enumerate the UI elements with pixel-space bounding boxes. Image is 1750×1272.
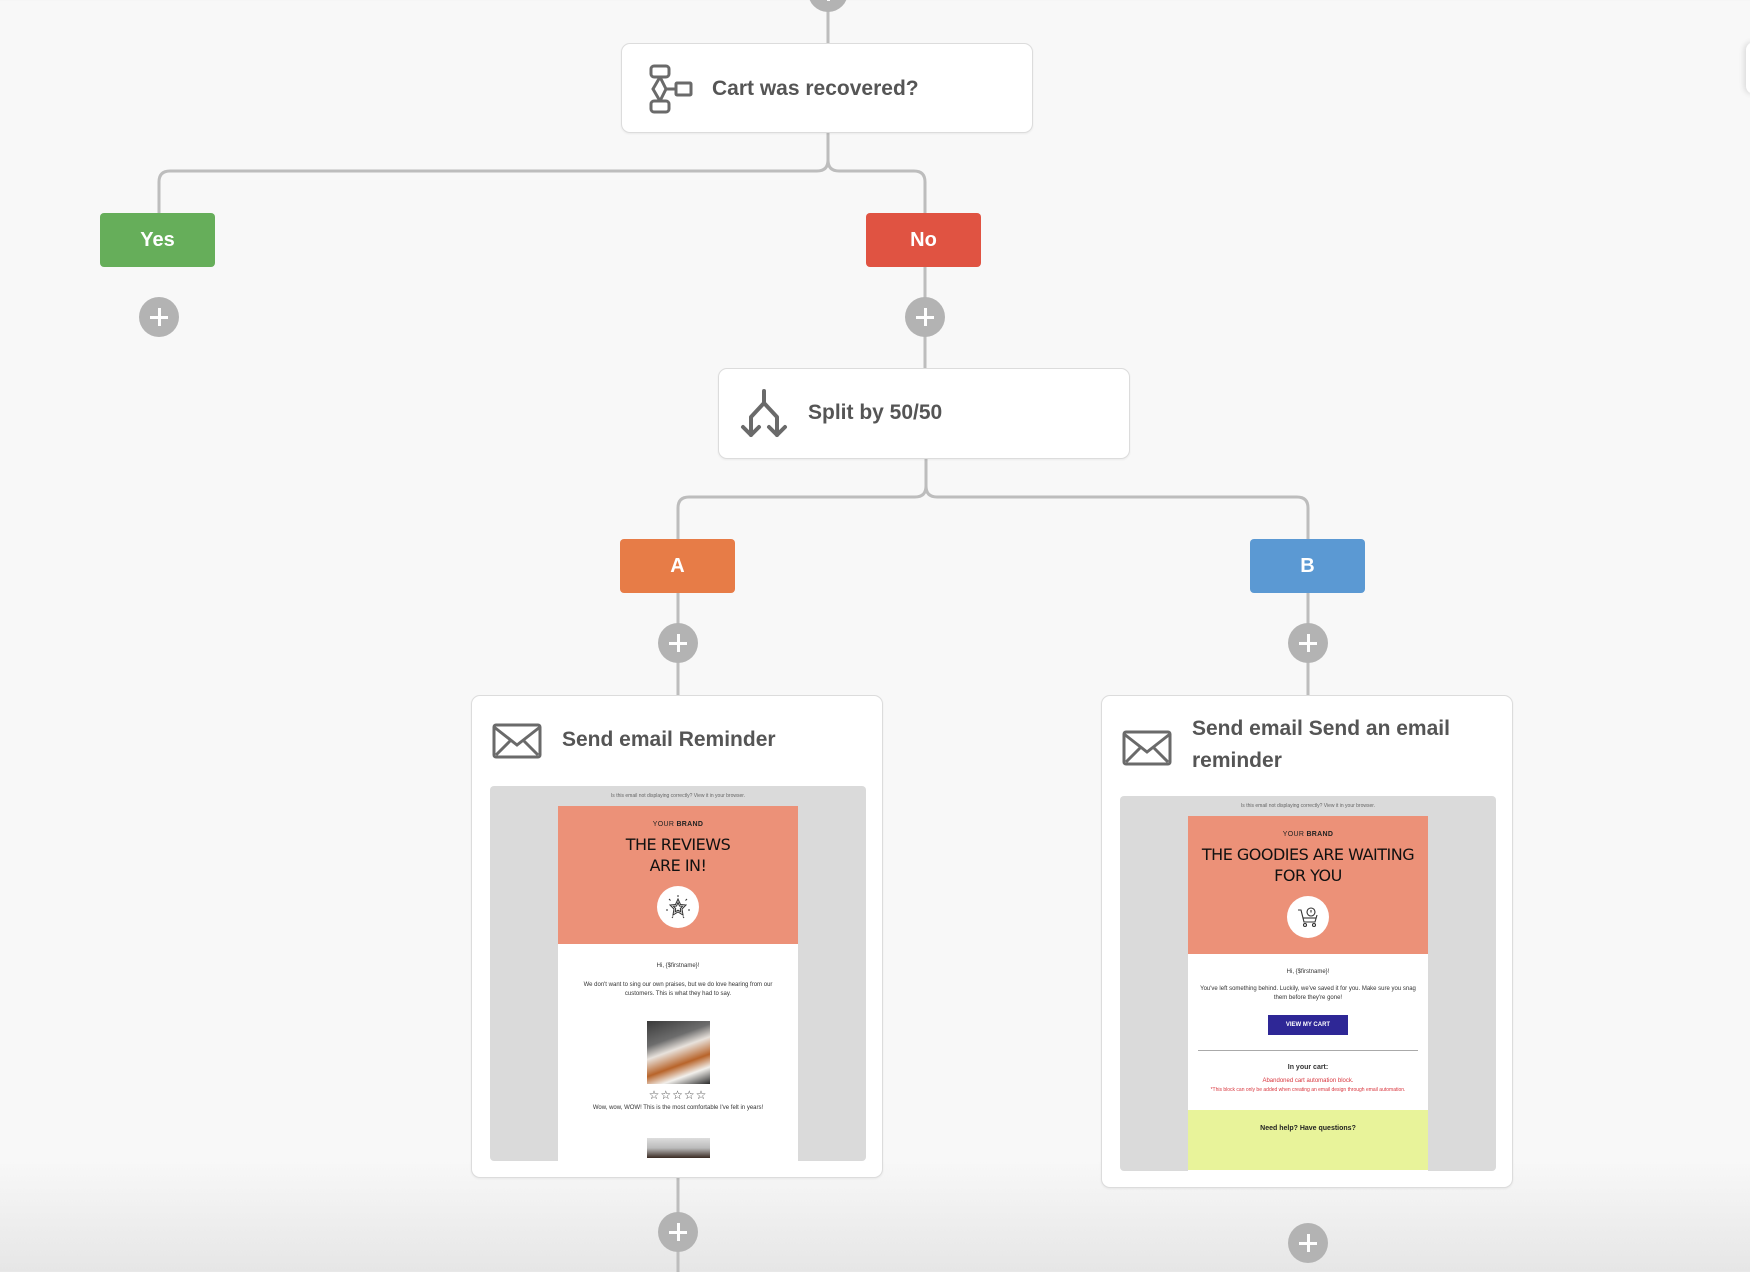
star-badge-icon (657, 886, 699, 928)
browser-note: Is this email not displaying correctly? … (610, 793, 746, 799)
add-step-button-b-bottom[interactable] (1288, 1223, 1328, 1263)
split-node[interactable]: Split by 50/50 (718, 368, 1130, 459)
browser-note: Is this email not displaying correctly? … (1240, 803, 1376, 809)
brand-bold: BRAND (1306, 831, 1334, 838)
add-step-button-a-bottom[interactable] (658, 1212, 698, 1252)
email-a-hero: YOUR BRAND THE REVIEWS ARE IN! (558, 806, 798, 944)
review-text: Wow, wow, WOW! This is the most comforta… (592, 1105, 764, 1111)
brand-text: YOUR (1282, 831, 1305, 838)
rating-stars: ☆☆☆☆☆ (648, 1088, 708, 1102)
email-node-b[interactable]: Send email Send an email reminder Is thi… (1101, 695, 1513, 1188)
connector-split-a (676, 459, 928, 539)
help-section: Need help? Have questions? (1188, 1110, 1428, 1170)
email-b-intro: You've left something behind. Luckily, w… (1200, 986, 1416, 1001)
add-step-button-yes[interactable] (139, 297, 179, 337)
envelope-icon (1122, 730, 1172, 771)
email-b-greeting: Hi, {$firstname}! (1286, 969, 1330, 975)
email-a-body: YOUR BRAND THE REVIEWS ARE IN! Hi, {$fir… (558, 806, 798, 1161)
email-b-body: YOUR BRAND THE GOODIES ARE WAITING FOR Y… (1188, 816, 1428, 1171)
branch-b[interactable]: B (1250, 539, 1365, 593)
email-a-title: Send email Reminder (562, 728, 776, 751)
split-icon (739, 389, 789, 446)
cart-block: Abandoned cart automation block. (1262, 1078, 1354, 1084)
email-node-a[interactable]: Send email Reminder Is this email not di… (471, 695, 883, 1178)
split-node-title: Split by 50/50 (808, 401, 943, 424)
cart-heading: In your cart: (1287, 1064, 1329, 1071)
email-a-greeting: Hi, {$firstname}! (656, 963, 700, 969)
add-step-button-b[interactable] (1288, 623, 1328, 663)
email-a-intro: We don't want to sing our own praises, b… (583, 982, 773, 997)
automation-canvas[interactable]: Cart was recovered? Yes No Split by 50/5… (0, 0, 1750, 1272)
review-photo (646, 1021, 710, 1084)
condition-node[interactable]: Cart was recovered? (621, 43, 1033, 133)
view-cart-button[interactable]: VIEW MY CART (1268, 1015, 1348, 1035)
review-photo-2 (646, 1138, 710, 1158)
connector-condition-no (826, 159, 927, 213)
email-a-headline: THE REVIEWS ARE IN! (558, 834, 798, 876)
email-b-headline: THE GOODIES ARE WAITING FOR YOU (1188, 844, 1428, 886)
help-heading: Need help? Have questions? (1260, 1125, 1356, 1132)
branch-yes[interactable]: Yes (100, 213, 215, 267)
email-b-title: Send email Send an email reminder (1192, 717, 1450, 772)
email-b-preview[interactable]: Is this email not displaying correctly? … (1120, 796, 1496, 1171)
headline-line-2: ARE IN! (649, 856, 707, 875)
email-b-hero: YOUR BRAND THE GOODIES ARE WAITING FOR Y… (1188, 816, 1428, 954)
brand-bold: BRAND (676, 821, 704, 828)
branch-no[interactable]: No (866, 213, 981, 267)
branch-a[interactable]: A (620, 539, 735, 593)
brand-text: YOUR (652, 821, 675, 828)
headline-line-1: THE REVIEWS (625, 835, 731, 854)
connector-split-b (924, 485, 1310, 539)
condition-flow-icon (648, 64, 694, 121)
cart-note: *This block can only be added when creat… (1210, 1087, 1406, 1093)
email-a-preview[interactable]: Is this email not displaying correctly? … (490, 786, 866, 1161)
headline-line-2: FOR YOU (1274, 866, 1342, 885)
add-step-button-no[interactable] (905, 297, 945, 337)
connector-condition-yes (157, 133, 830, 213)
side-panel-handle[interactable] (1746, 42, 1750, 94)
add-step-button-a[interactable] (658, 623, 698, 663)
headline-line-1: THE GOODIES ARE WAITING (1201, 845, 1415, 864)
envelope-icon (492, 723, 542, 764)
condition-node-title: Cart was recovered? (712, 77, 919, 100)
shopping-cart-icon (1287, 896, 1329, 938)
